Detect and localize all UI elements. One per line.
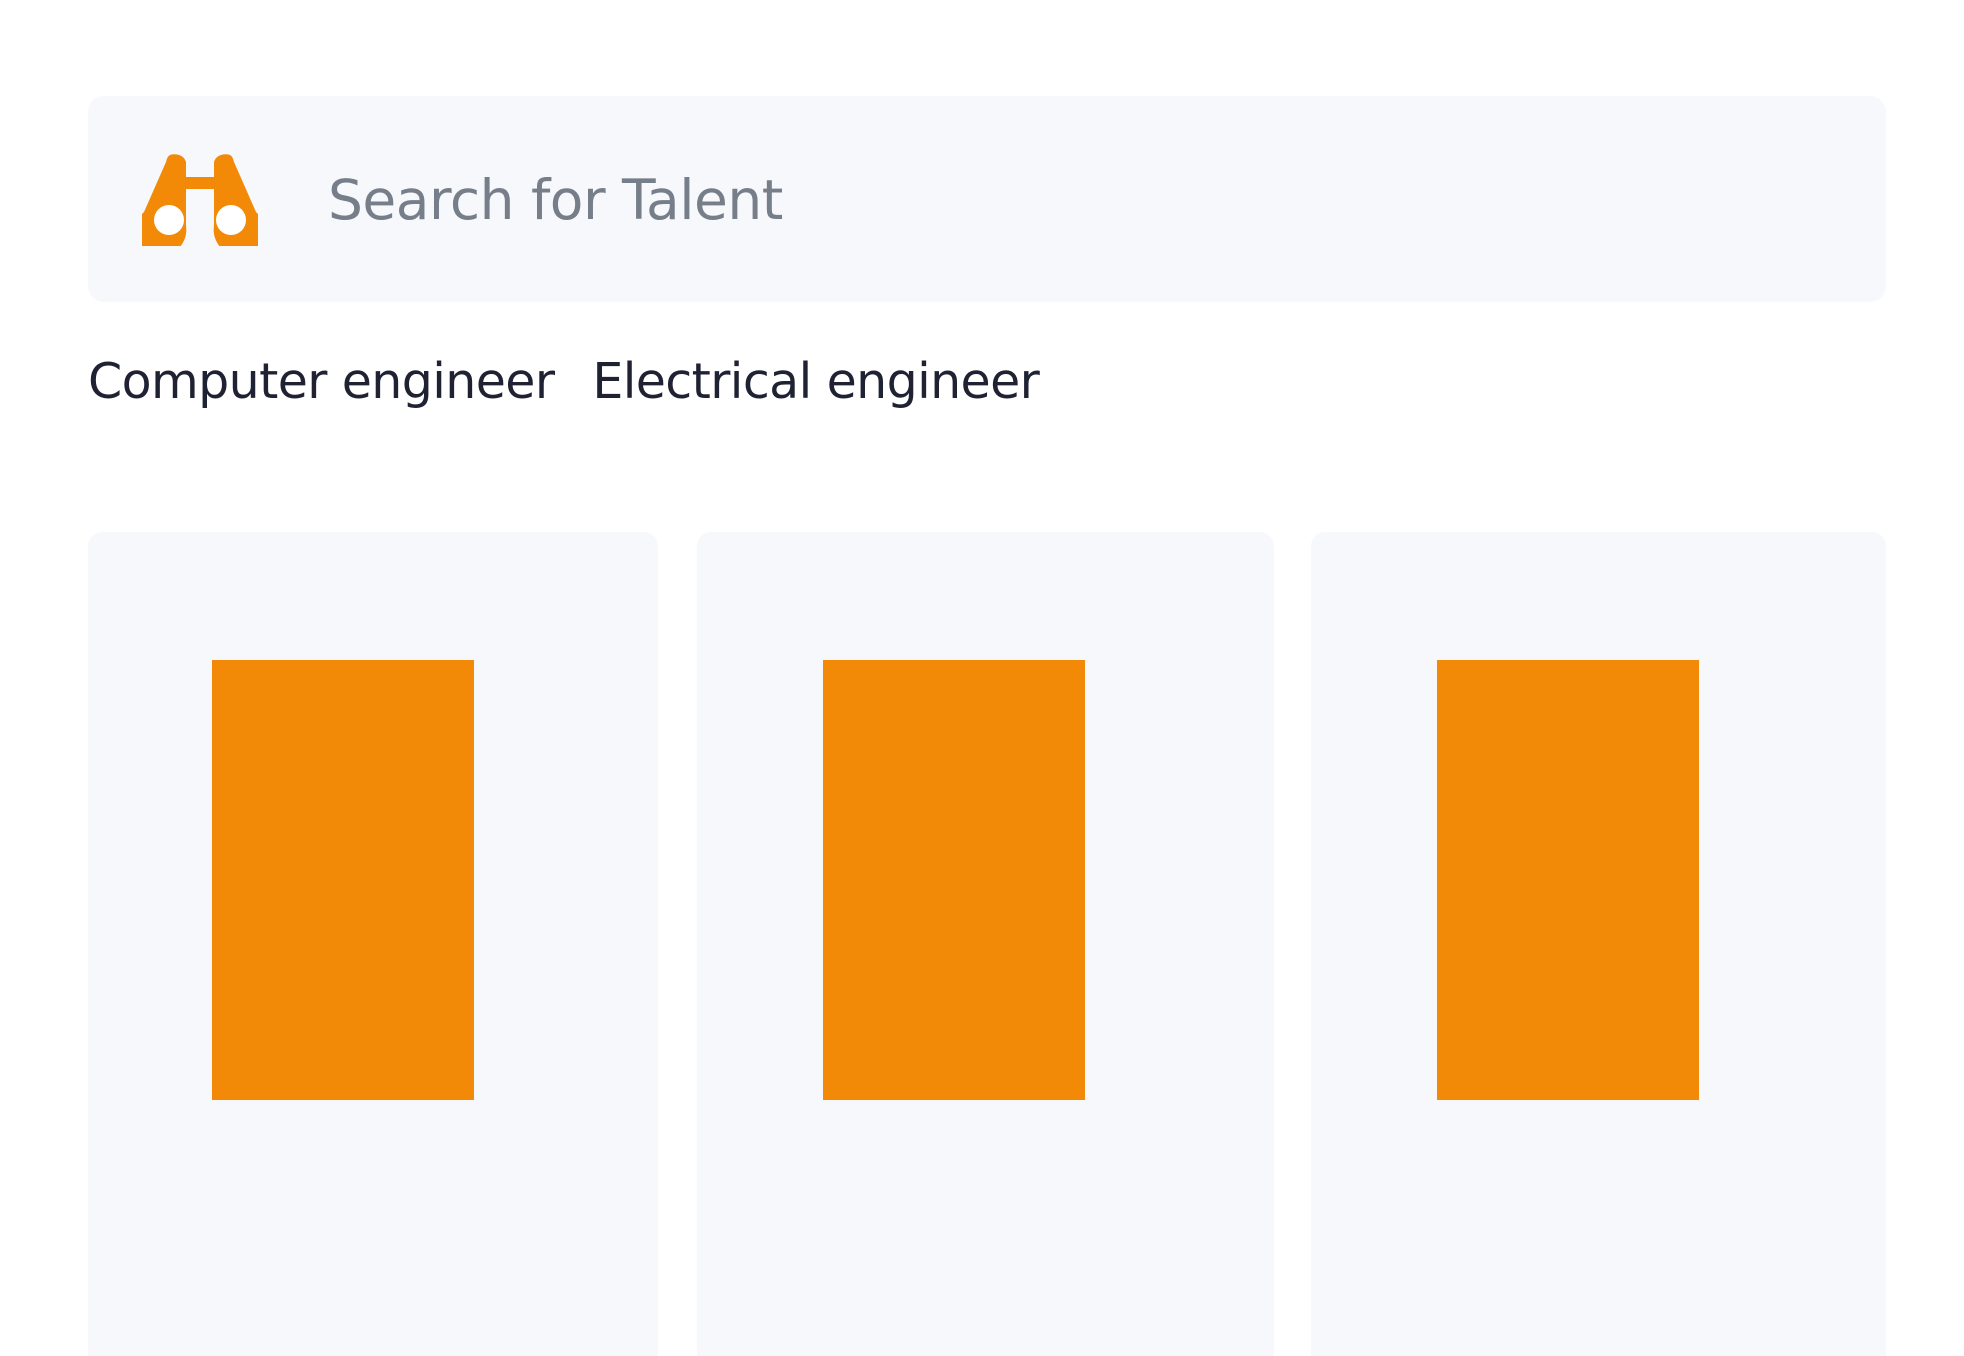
profile-image-placeholder [823,660,1085,1100]
talent-card[interactable] [1311,532,1886,1356]
tag-computer-engineer[interactable]: Computer engineer [88,351,555,413]
search-placeholder: Search for Talent [328,168,783,232]
binoculars-icon [142,154,258,246]
tag-electrical-engineer[interactable]: Electrical engineer [592,351,1039,413]
profile-image-placeholder [1437,660,1699,1100]
talent-card[interactable] [697,532,1274,1356]
talent-card[interactable] [88,532,658,1356]
profile-image-placeholder [212,660,474,1100]
suggested-tags: Computer engineer Electrical engineer [88,351,1040,413]
talent-search-page: Search for Talent Computer engineer Elec… [0,0,1964,1356]
